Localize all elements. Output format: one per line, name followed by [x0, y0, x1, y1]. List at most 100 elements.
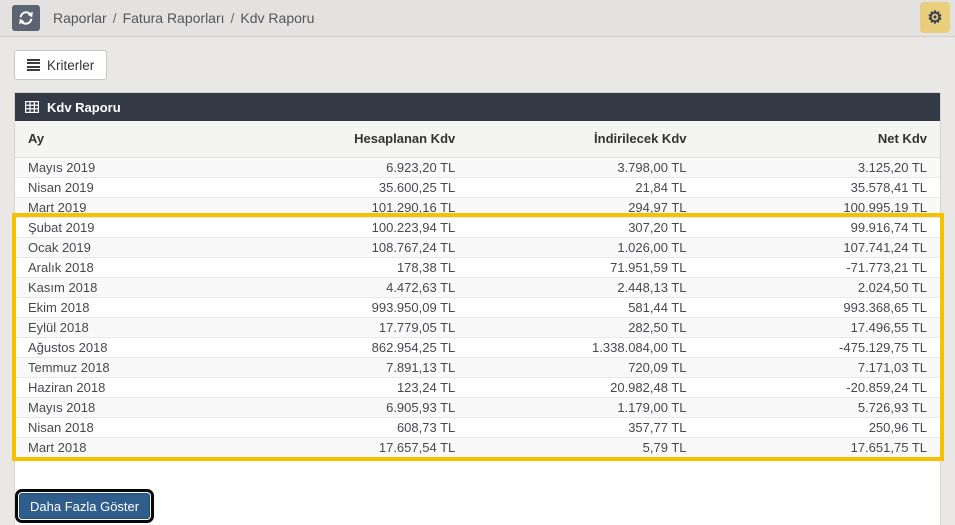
cell-hesaplanan-kdv: 17.657,54 TL: [311, 437, 468, 457]
settings-button[interactable]: ⚙: [920, 2, 950, 33]
cell-net-kdv: -20.859,24 TL: [700, 377, 941, 397]
cell-indirilecek-kdv: 5,79 TL: [468, 437, 699, 457]
cell-indirilecek-kdv: 1.026,00 TL: [468, 237, 699, 257]
cell-indirilecek-kdv: 1.179,00 TL: [468, 397, 699, 417]
cell-net-kdv: -71.773,21 TL: [700, 257, 941, 277]
cell-hesaplanan-kdv: 6.905,93 TL: [311, 397, 468, 417]
table-row: Nisan 201935.600,25 TL21,84 TL35.578,41 …: [15, 177, 940, 197]
table-row: Nisan 2018608,73 TL357,77 TL250,96 TL: [15, 417, 940, 437]
cell-indirilecek-kdv: 720,09 TL: [468, 357, 699, 377]
report-panel: Kdv Raporu Ay Hesaplanan Kdv İndirilecek…: [14, 92, 941, 525]
cell-indirilecek-kdv: 282,50 TL: [468, 317, 699, 337]
cell-indirilecek-kdv: 581,44 TL: [468, 297, 699, 317]
cell-net-kdv: -475.129,75 TL: [700, 337, 941, 357]
cell-month: Mart 2018: [15, 437, 311, 457]
kdv-report-table: Ay Hesaplanan Kdv İndirilecek Kdv Net Kd…: [15, 121, 940, 457]
table-row: Ocak 2019108.767,24 TL1.026,00 TL107.741…: [15, 237, 940, 257]
table-row: Temmuz 20187.891,13 TL720,09 TL7.171,03 …: [15, 357, 940, 377]
cell-month: Ocak 2019: [15, 237, 311, 257]
cell-month: Haziran 2018: [15, 377, 311, 397]
cell-month: Mayıs 2018: [15, 397, 311, 417]
table-row: Eylül 201817.779,05 TL282,50 TL17.496,55…: [15, 317, 940, 337]
cell-month: Nisan 2019: [15, 177, 311, 197]
table-row: Mart 201817.657,54 TL5,79 TL17.651,75 TL: [15, 437, 940, 457]
cell-hesaplanan-kdv: 4.472,63 TL: [311, 277, 468, 297]
table-row: Ağustos 2018862.954,25 TL1.338.084,00 TL…: [15, 337, 940, 357]
load-more-button[interactable]: Daha Fazla Göster: [19, 493, 150, 519]
page: Raporlar / Fatura Raporları / Kdv Raporu ⚙ K…: [0, 0, 955, 525]
cell-indirilecek-kdv: 294,97 TL: [468, 197, 699, 217]
cell-hesaplanan-kdv: 6.923,20 TL: [311, 157, 468, 177]
cell-hesaplanan-kdv: 608,73 TL: [311, 417, 468, 437]
cell-hesaplanan-kdv: 35.600,25 TL: [311, 177, 468, 197]
panel-header: Kdv Raporu: [15, 93, 940, 121]
refresh-button[interactable]: [12, 5, 40, 31]
cell-month: Şubat 2019: [15, 217, 311, 237]
cell-indirilecek-kdv: 2.448,13 TL: [468, 277, 699, 297]
cell-month: Nisan 2018: [15, 417, 311, 437]
cell-indirilecek-kdv: 3.798,00 TL: [468, 157, 699, 177]
cell-hesaplanan-kdv: 108.767,24 TL: [311, 237, 468, 257]
kriterler-button[interactable]: Kriterler: [14, 50, 107, 80]
cell-net-kdv: 17.651,75 TL: [700, 437, 941, 457]
gear-icon: ⚙: [927, 8, 942, 28]
cell-indirilecek-kdv: 1.338.084,00 TL: [468, 337, 699, 357]
breadcrumb-item-1[interactable]: Fatura Raporları: [123, 10, 225, 26]
cell-month: Kasım 2018: [15, 277, 311, 297]
column-header-net-kdv: Net Kdv: [700, 121, 941, 157]
cell-net-kdv: 2.024,50 TL: [700, 277, 941, 297]
breadcrumb-item-0[interactable]: Raporlar: [53, 10, 107, 26]
kriterler-label: Kriterler: [47, 58, 94, 73]
cell-month: Mayıs 2019: [15, 157, 311, 177]
cell-net-kdv: 17.496,55 TL: [700, 317, 941, 337]
cell-hesaplanan-kdv: 993.950,09 TL: [311, 297, 468, 317]
table-row: Haziran 2018123,24 TL20.982,48 TL-20.859…: [15, 377, 940, 397]
breadcrumb-separator: /: [113, 10, 117, 26]
cell-net-kdv: 35.578,41 TL: [700, 177, 941, 197]
cell-month: Aralık 2018: [15, 257, 311, 277]
table-row: Mart 2019101.290,16 TL294,97 TL100.995,1…: [15, 197, 940, 217]
table-header-row: Ay Hesaplanan Kdv İndirilecek Kdv Net Kd…: [15, 121, 940, 157]
cell-month: Mart 2019: [15, 197, 311, 217]
topbar: Raporlar / Fatura Raporları / Kdv Raporu ⚙: [0, 0, 955, 37]
content: Kriterler Kdv Raporu: [0, 37, 955, 525]
column-header-hesaplanan-kdv: Hesaplanan Kdv: [311, 121, 468, 157]
panel-title: Kdv Raporu: [47, 100, 121, 115]
cell-net-kdv: 100.995,19 TL: [700, 197, 941, 217]
cell-net-kdv: 99.916,74 TL: [700, 217, 941, 237]
cell-hesaplanan-kdv: 17.779,05 TL: [311, 317, 468, 337]
refresh-icon: [18, 10, 34, 26]
cell-net-kdv: 993.368,65 TL: [700, 297, 941, 317]
cell-month: Ağustos 2018: [15, 337, 311, 357]
table-body: Mayıs 20196.923,20 TL3.798,00 TL3.125,20…: [15, 157, 940, 457]
column-header-indirilecek-kdv: İndirilecek Kdv: [468, 121, 699, 157]
table-row: Mayıs 20186.905,93 TL1.179,00 TL5.726,93…: [15, 397, 940, 417]
cell-hesaplanan-kdv: 100.223,94 TL: [311, 217, 468, 237]
table-row: Aralık 2018178,38 TL71.951,59 TL-71.773,…: [15, 257, 940, 277]
cell-indirilecek-kdv: 71.951,59 TL: [468, 257, 699, 277]
cell-net-kdv: 250,96 TL: [700, 417, 941, 437]
cell-hesaplanan-kdv: 178,38 TL: [311, 257, 468, 277]
cell-hesaplanan-kdv: 862.954,25 TL: [311, 337, 468, 357]
table-row: Kasım 20184.472,63 TL2.448,13 TL2.024,50…: [15, 277, 940, 297]
breadcrumb-item-2: Kdv Raporu: [240, 10, 314, 26]
hamburger-icon: [27, 59, 40, 72]
cell-net-kdv: 107.741,24 TL: [700, 237, 941, 257]
breadcrumb-separator: /: [231, 10, 235, 26]
load-more-label: Daha Fazla Göster: [30, 499, 139, 514]
cell-net-kdv: 7.171,03 TL: [700, 357, 941, 377]
cell-net-kdv: 3.125,20 TL: [700, 157, 941, 177]
cell-indirilecek-kdv: 21,84 TL: [468, 177, 699, 197]
cell-indirilecek-kdv: 357,77 TL: [468, 417, 699, 437]
cell-month: Eylül 2018: [15, 317, 311, 337]
breadcrumb: Raporlar / Fatura Raporları / Kdv Raporu: [53, 10, 314, 26]
cell-indirilecek-kdv: 307,20 TL: [468, 217, 699, 237]
table-row: Mayıs 20196.923,20 TL3.798,00 TL3.125,20…: [15, 157, 940, 177]
table-row: Ekim 2018993.950,09 TL581,44 TL993.368,6…: [15, 297, 940, 317]
table-grid-icon: [25, 101, 39, 113]
cell-month: Ekim 2018: [15, 297, 311, 317]
cell-hesaplanan-kdv: 123,24 TL: [311, 377, 468, 397]
cell-net-kdv: 5.726,93 TL: [700, 397, 941, 417]
cell-hesaplanan-kdv: 101.290,16 TL: [311, 197, 468, 217]
cell-indirilecek-kdv: 20.982,48 TL: [468, 377, 699, 397]
